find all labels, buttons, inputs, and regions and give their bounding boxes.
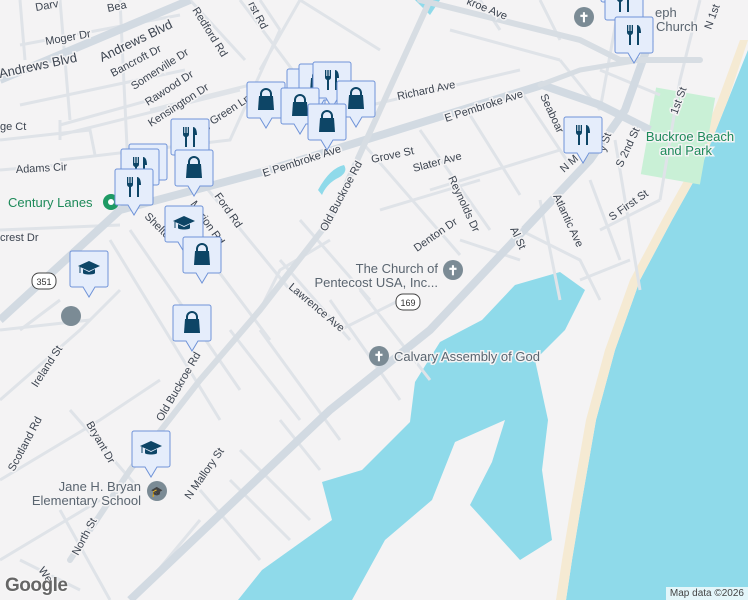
- route-shield-169: 169: [395, 293, 421, 311]
- place-century-lanes[interactable]: Century Lanes: [7, 194, 119, 212]
- school-marker[interactable]: [131, 430, 171, 478]
- google-logo: Google: [5, 575, 68, 596]
- svg-text:🎓: 🎓: [151, 486, 163, 498]
- svg-text:Bryant Dr: Bryant Dr: [83, 420, 117, 467]
- svg-text:eph: eph: [655, 5, 677, 20]
- school-icon: [61, 306, 81, 326]
- svg-text:Grove St: Grove St: [370, 145, 415, 166]
- shopping-marker[interactable]: [307, 103, 347, 151]
- svg-text:✝: ✝: [579, 10, 590, 25]
- svg-text:Richard Ave: Richard Ave: [396, 79, 456, 103]
- svg-text:351: 351: [36, 277, 51, 287]
- svg-text:Adams Cir: Adams Cir: [16, 161, 68, 176]
- svg-text:crest Dr: crest Dr: [0, 232, 39, 244]
- svg-text:N 1st: N 1st: [703, 3, 723, 31]
- svg-text:Buckroe Beach: Buckroe Beach: [646, 129, 734, 144]
- place-church-of-pentecost[interactable]: The Church of Pentecost USA, Inc... ✝: [313, 260, 463, 292]
- svg-text:Ireland St: Ireland St: [29, 344, 65, 390]
- svg-text:ge Ct: ge Ct: [0, 121, 26, 133]
- svg-text:✝: ✝: [448, 263, 459, 278]
- svg-text:169: 169: [400, 298, 415, 308]
- shopping-marker[interactable]: [182, 236, 222, 284]
- bay-water: [238, 272, 585, 600]
- map-attribution[interactable]: Map data ©2026: [665, 587, 748, 600]
- school-marker[interactable]: [69, 250, 109, 298]
- svg-text:The Church of: The Church of: [356, 261, 439, 276]
- shopping-marker[interactable]: [246, 81, 286, 129]
- place-calvary-assembly[interactable]: ✝ Calvary Assembly of God: [369, 346, 541, 366]
- map-canvas[interactable]: Andrews Blvd Andrews Blvd Moger Dr Bancr…: [0, 0, 748, 600]
- svg-text:S 2nd St: S 2nd St: [614, 126, 643, 169]
- svg-text:Calvary Assembly of God: Calvary Assembly of God: [394, 349, 540, 364]
- shopping-marker[interactable]: [172, 304, 212, 352]
- svg-text:Jane H. Bryan: Jane H. Bryan: [59, 479, 141, 494]
- place-jane-bryan-school[interactable]: Jane H. Bryan Elementary School 🎓: [30, 478, 167, 510]
- svg-text:rst Rd: rst Rd: [245, 0, 269, 31]
- svg-text:Redford Rd: Redford Rd: [189, 5, 229, 59]
- svg-text:✝: ✝: [374, 349, 385, 364]
- svg-text:Elementary School: Elementary School: [32, 493, 141, 508]
- svg-text:Darv: Darv: [34, 0, 59, 14]
- svg-text:Century Lanes: Century Lanes: [8, 195, 93, 210]
- svg-text:Bea: Bea: [106, 0, 129, 15]
- svg-text:Church: Church: [656, 19, 698, 34]
- svg-text:Seaboar: Seaboar: [537, 92, 566, 135]
- svg-text:Pentecost USA, Inc...: Pentecost USA, Inc...: [314, 275, 438, 290]
- route-shield-351: 351: [31, 272, 57, 290]
- svg-text:E Pembroke Ave: E Pembroke Ave: [443, 88, 524, 125]
- svg-text:Atlantic Ave: Atlantic Ave: [550, 192, 585, 249]
- place-school-poi[interactable]: [61, 306, 81, 326]
- svg-text:and Park: and Park: [660, 143, 713, 158]
